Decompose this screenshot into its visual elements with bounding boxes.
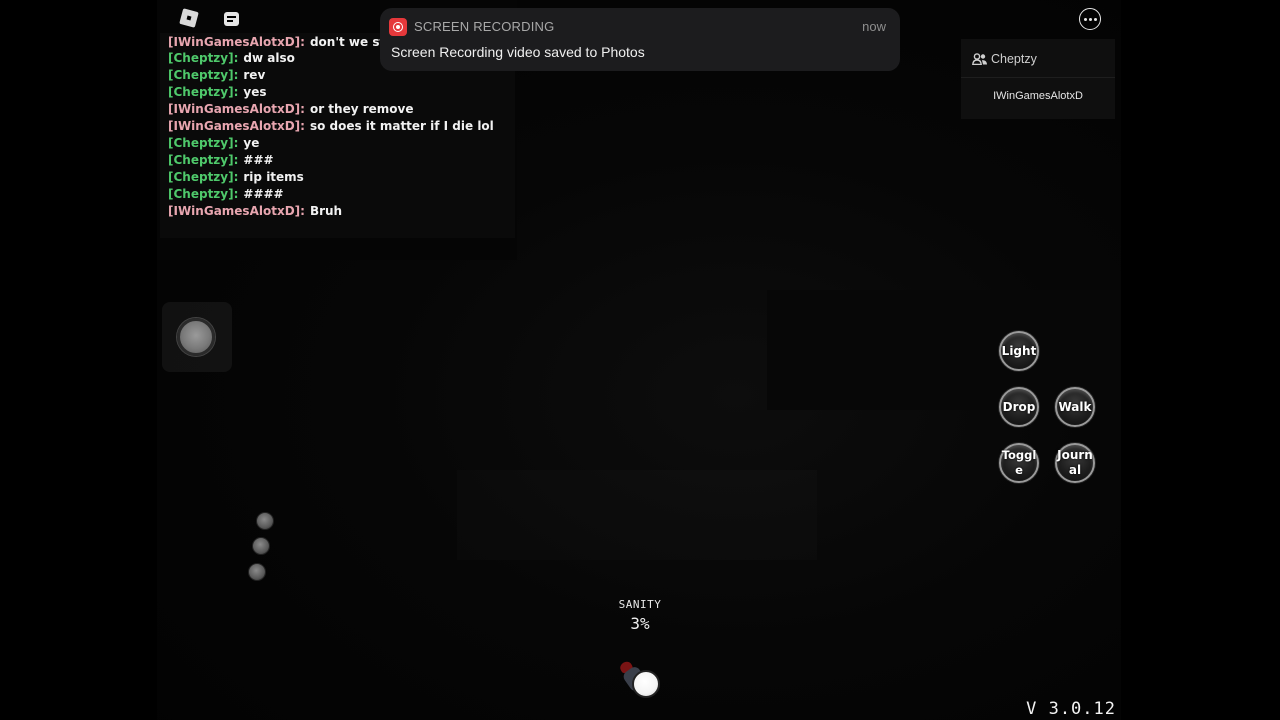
chat-username: [Cheptzy]: [168,85,239,99]
chat-username: [IWinGamesAlotxD]: [168,102,305,116]
chat-text: rev [243,68,266,82]
player-list-header[interactable]: Cheptzy [961,39,1115,78]
player-list-entry[interactable]: IWinGamesAlotxD [961,90,1115,102]
sanity-value: 3% [630,614,650,633]
chat-message: [Cheptzy]: #### [168,186,284,202]
chat-message: [Cheptzy]: rip items [168,169,304,185]
chat-text: yes [243,85,267,99]
chat-text: rip items [243,170,304,184]
chat-message: [Cheptzy]: dw also [168,50,295,66]
chat-message: [Cheptzy]: rev [168,67,265,83]
chat-message: [Cheptzy]: yes [168,84,267,100]
scene-floor [457,470,817,560]
players-icon [972,53,987,65]
dot-indicator [252,537,270,555]
notification-time: now [862,19,886,34]
light-button-label: Light [1001,343,1037,358]
journal-button-label: Journ al [1057,448,1093,477]
chat-message: [Cheptzy]: ye [168,135,259,151]
walk-button-label: Walk [1058,399,1092,414]
chat-username: [Cheptzy]: [168,153,239,167]
player-list-title: Cheptzy [991,52,1037,66]
notification-message: Screen Recording video saved to Photos [391,44,645,60]
chat-message: [IWinGamesAlotxD]: don't we still g [168,34,410,50]
sanity-label: SANITY [618,598,662,611]
toggle-button-label: Toggle [1001,448,1037,477]
player-character [618,659,666,700]
chat-username: [Cheptzy]: [168,68,239,82]
game-screen: [IWinGamesAlotxD]: don't we still g [Chep… [0,0,1280,720]
notification-app-name: SCREEN RECORDING [414,19,555,34]
toggle-button[interactable]: Toggle [999,443,1039,483]
chat-message: [IWinGamesAlotxD]: so does it matter if I… [168,118,494,134]
chat-text: so does it matter if I die lol [309,119,494,133]
chat-username: [Cheptzy]: [168,170,239,184]
chat-username: [Cheptzy]: [168,51,239,65]
thumbstick-knob[interactable] [177,318,215,356]
chat-username: [IWinGamesAlotxD]: [168,119,305,133]
light-button[interactable]: Light [999,331,1039,371]
version-label: V 3.0.12 [1026,699,1116,719]
walk-button[interactable]: Walk [1055,387,1095,427]
chat-message: [IWinGamesAlotxD]: or they remove [168,101,413,117]
screen-recording-notification[interactable]: SCREEN RECORDING now Screen Recording vi… [380,8,900,71]
player-list: Cheptzy IWinGamesAlotxD [961,39,1115,119]
journal-button[interactable]: Journ al [1055,443,1095,483]
chat-text: dw also [243,51,295,65]
chat-message: [Cheptzy]: ### [168,152,274,168]
dot-indicator [256,512,274,530]
chat-username: [Cheptzy]: [168,187,239,201]
chat-text: ye [243,136,260,150]
chat-text: or they remove [309,102,414,116]
dot-indicator [248,563,266,581]
chat-text: Bruh [309,204,343,218]
chat-username: [IWinGamesAlotxD]: [168,35,305,49]
chat-text: ### [243,153,274,167]
chat-username: [Cheptzy]: [168,136,239,150]
drop-button[interactable]: Drop [999,387,1039,427]
roblox-logo-icon[interactable] [178,7,200,29]
ellipsis-icon[interactable] [1079,8,1101,30]
flashlight-orb-icon [632,670,660,698]
chat-text: #### [243,187,284,201]
chat-icon[interactable] [220,8,242,30]
chat-message: [IWinGamesAlotxD]: Bruh [168,203,342,219]
drop-button-label: Drop [1002,399,1036,414]
screen-recording-icon [389,18,407,36]
chat-username: [IWinGamesAlotxD]: [168,204,305,218]
